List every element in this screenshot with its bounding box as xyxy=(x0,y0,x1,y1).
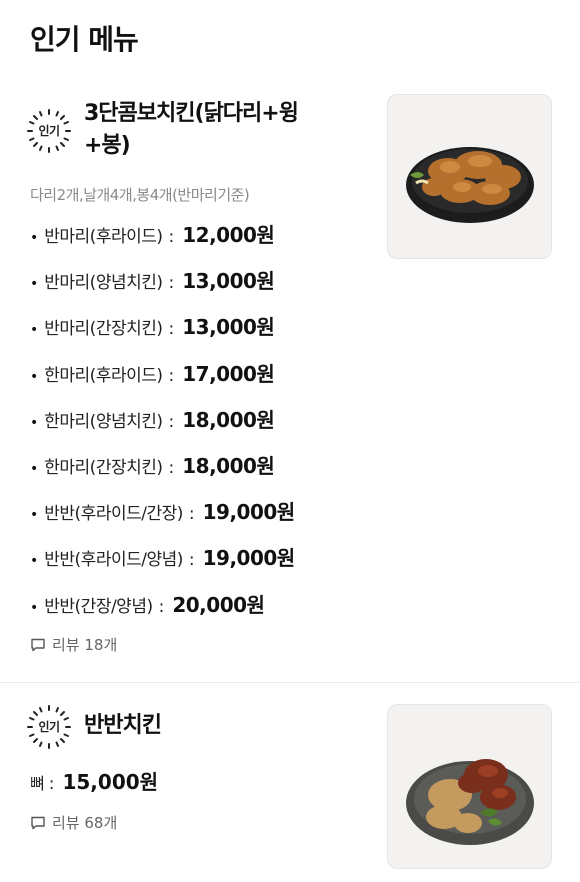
separator: : xyxy=(168,319,175,340)
page-title: 인기 메뉴 xyxy=(30,23,139,56)
option-label: 한마리(간장치킨) xyxy=(44,457,163,478)
bullet: • xyxy=(30,230,39,246)
popular-badge: 인기 xyxy=(26,704,72,750)
bullet: • xyxy=(30,460,39,477)
option-price: 18,000원 xyxy=(182,453,275,478)
menu-item-half-half-chicken[interactable]: 인기 반반치킨 뼈:15,000원 리뷰 68개 xyxy=(0,700,580,882)
review-link[interactable]: 리뷰 68개 xyxy=(30,812,117,833)
option-label: 반반(간장/양념) xyxy=(44,596,153,617)
bullet: • xyxy=(30,368,39,385)
price-row[interactable]: • 반반(간장/양념):20,000원 xyxy=(30,590,295,636)
option-label: 반마리(양념치킨) xyxy=(44,273,163,294)
item-description: 다리2개,날개4개,봉4개(반마리기준) xyxy=(30,186,250,204)
item-name-line-2: +봉) xyxy=(84,133,131,158)
bullet: • xyxy=(30,276,39,293)
price-row[interactable]: • 한마리(후라이드):17,000원 xyxy=(30,359,295,405)
item-name[interactable]: 반반치킨 xyxy=(84,710,162,742)
option-price: 20,000원 xyxy=(172,592,265,617)
item-name-line-1: 3단콤보치킨(닭다리+윙 xyxy=(84,101,299,126)
bullet: • xyxy=(30,507,39,524)
option-price: 17,000원 xyxy=(182,361,275,386)
option-price: 19,000원 xyxy=(202,546,296,571)
price-list: • 반마리(후라이드):12,000원 • 반마리(양념치킨):13,000원 • 반… xyxy=(30,220,295,636)
badge-label: 인기 xyxy=(38,720,60,734)
option-price: 19,000원 xyxy=(202,500,296,525)
bullet: • xyxy=(30,414,39,431)
option-price: 13,000원 xyxy=(182,269,275,294)
menu-photo[interactable] xyxy=(387,94,552,259)
price-row[interactable]: • 반마리(후라이드):12,000원 xyxy=(30,220,295,266)
separator: : xyxy=(188,504,195,525)
item-name[interactable]: 3단콤보치킨(닭다리+윙 +봉) xyxy=(84,98,354,162)
option-label: 한마리(후라이드) xyxy=(44,365,163,386)
fried-chicken-plate-icon xyxy=(406,147,534,223)
separator: : xyxy=(168,273,175,294)
separator: : xyxy=(158,596,165,617)
option-label: 반마리(후라이드) xyxy=(44,227,163,247)
option-label: 한마리(양념치킨) xyxy=(44,411,163,432)
popular-badge: 인기 xyxy=(26,108,72,154)
separator: : xyxy=(168,411,175,432)
review-link[interactable]: 리뷰 18개 xyxy=(30,634,117,655)
separator: : xyxy=(168,365,175,386)
review-count: 리뷰 68개 xyxy=(52,814,118,832)
price-row[interactable]: • 한마리(간장치킨):18,000원 xyxy=(30,451,295,497)
price-row[interactable]: 뼈:15,000원 xyxy=(30,766,158,795)
speech-bubble-icon xyxy=(31,638,45,651)
review-count: 리뷰 18개 xyxy=(52,636,118,654)
option-label: 반마리(간장치킨) xyxy=(44,319,163,340)
price-row[interactable]: • 반마리(양념치킨):13,000원 xyxy=(30,266,295,312)
badge-label: 인기 xyxy=(38,124,60,138)
menu-item-combo-chicken[interactable]: 인기 3단콤보치킨(닭다리+윙 +봉) 다리2개,날개4개,봉4개(반마리기준)… xyxy=(0,92,580,676)
bullet: • xyxy=(30,553,39,570)
option-label: 반반(후라이드/간장) xyxy=(44,504,183,525)
half-half-chicken-plate-icon xyxy=(406,759,534,845)
speech-bubble-icon xyxy=(31,816,45,829)
bullet: • xyxy=(30,322,39,339)
separator: : xyxy=(48,774,55,794)
separator: : xyxy=(188,550,195,571)
bullet: • xyxy=(30,599,39,616)
option-price: 12,000원 xyxy=(182,223,275,247)
option-price: 18,000원 xyxy=(182,407,275,432)
price-row[interactable]: • 한마리(양념치킨):18,000원 xyxy=(30,405,295,451)
option-label: 뼈 xyxy=(30,774,45,793)
price-row[interactable]: • 반반(후라이드/양념):19,000원 xyxy=(30,543,295,589)
option-price: 15,000원 xyxy=(62,770,159,794)
option-price: 13,000원 xyxy=(182,315,275,340)
menu-photo[interactable] xyxy=(387,704,552,869)
price-row[interactable]: • 반마리(간장치킨):13,000원 xyxy=(30,312,295,358)
separator: : xyxy=(168,457,175,478)
section-divider xyxy=(0,682,580,683)
price-row[interactable]: • 반반(후라이드/간장):19,000원 xyxy=(30,497,295,543)
option-label: 반반(후라이드/양념) xyxy=(44,550,183,571)
separator: : xyxy=(168,227,175,247)
